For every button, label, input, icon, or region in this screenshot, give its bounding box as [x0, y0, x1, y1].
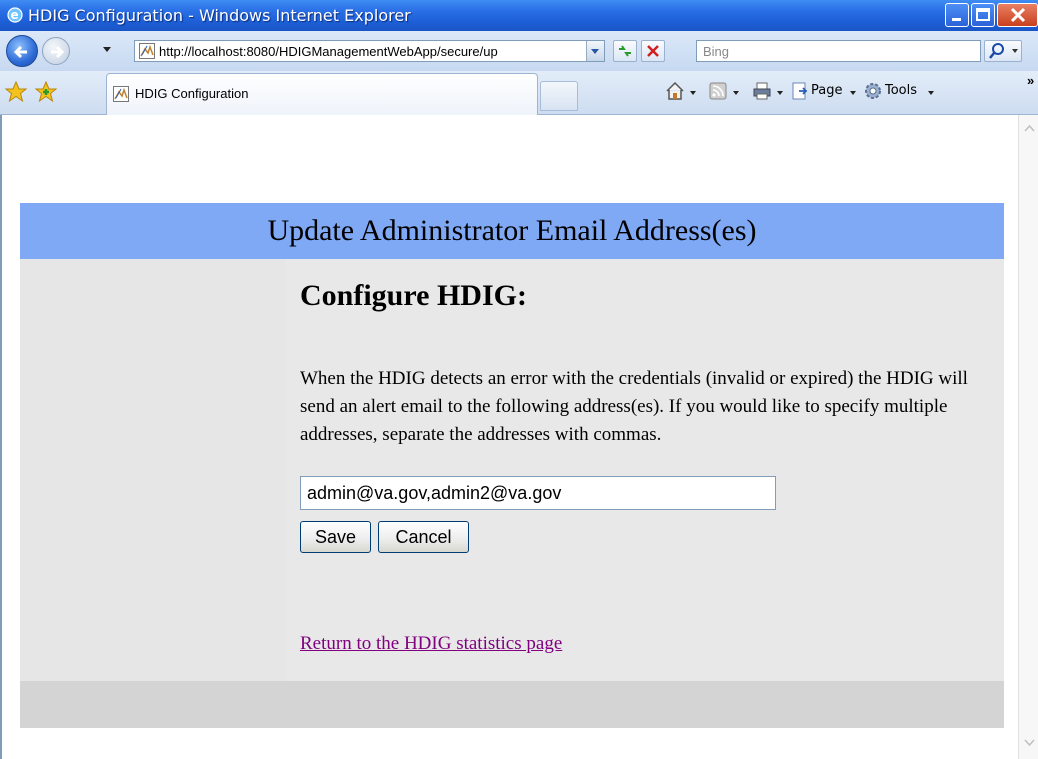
- address-bar-row: http://localhost:8080/HDIGManagementWebA…: [0, 31, 1038, 71]
- search-placeholder: Bing: [703, 44, 730, 59]
- vertical-scrollbar[interactable]: [1018, 115, 1038, 759]
- internet-explorer-icon: e: [7, 7, 23, 23]
- tools-dropdown-caret[interactable]: [928, 91, 934, 95]
- page-favicon-icon: [139, 43, 155, 59]
- print-icon[interactable]: [752, 81, 772, 101]
- refresh-button[interactable]: [613, 40, 637, 62]
- maximize-button[interactable]: [971, 3, 995, 27]
- url-dropdown-button[interactable]: [586, 41, 604, 61]
- favorites-star-icon[interactable]: [5, 81, 27, 103]
- close-window-button[interactable]: [997, 3, 1038, 27]
- left-column: [20, 259, 287, 681]
- search-input[interactable]: Bing: [696, 40, 981, 62]
- stop-icon: [647, 45, 659, 57]
- url-text: http://localhost:8080/HDIGManagementWebA…: [159, 44, 498, 59]
- home-icon[interactable]: [665, 81, 685, 101]
- window-title: HDIG Configuration - Windows Internet Ex…: [28, 6, 411, 25]
- feeds-dropdown-caret[interactable]: [733, 91, 739, 95]
- back-button[interactable]: [6, 35, 38, 67]
- page-menu-label[interactable]: Page: [811, 83, 842, 98]
- page-dropdown-caret[interactable]: [850, 91, 856, 95]
- minimize-button[interactable]: [945, 3, 969, 27]
- page-icon[interactable]: [790, 81, 810, 101]
- scroll-up-icon[interactable]: [1022, 121, 1037, 136]
- forward-arrow-icon: [51, 45, 65, 59]
- email-addresses-input[interactable]: [300, 476, 776, 510]
- browser-content: Update Administrator Email Address(es) C…: [0, 115, 1038, 759]
- more-commands-chevron-icon[interactable]: »: [1027, 73, 1034, 88]
- main-column: Configure HDIG: When the HDIG detects an…: [286, 259, 1004, 681]
- refresh-icon: [619, 45, 631, 57]
- close-icon: [1010, 7, 1026, 23]
- tools-gear-icon[interactable]: [863, 81, 883, 101]
- description-text: When the HDIG detects an error with the …: [300, 368, 968, 445]
- add-to-favorites-icon[interactable]: [35, 81, 57, 103]
- cancel-button[interactable]: Cancel: [378, 521, 469, 553]
- banner-title: Update Administrator Email Address(es): [267, 214, 757, 247]
- home-dropdown-caret[interactable]: [690, 91, 696, 95]
- back-arrow-icon: [13, 45, 27, 59]
- minimize-icon: [952, 18, 961, 21]
- new-tab-button[interactable]: [540, 81, 578, 111]
- address-field[interactable]: http://localhost:8080/HDIGManagementWebA…: [134, 40, 605, 62]
- page-banner: Update Administrator Email Address(es): [20, 203, 1004, 259]
- feeds-icon[interactable]: [708, 81, 728, 101]
- recent-pages-dropdown[interactable]: [103, 47, 111, 52]
- window-title-bar: e HDIG Configuration - Windows Internet …: [0, 0, 1038, 31]
- save-button[interactable]: Save: [300, 521, 371, 553]
- return-to-statistics-link[interactable]: Return to the HDIG statistics page: [300, 633, 562, 655]
- tab-row: HDIG Configuration Page Tools »: [0, 71, 1038, 115]
- tab-label: HDIG Configuration: [135, 86, 249, 101]
- tools-menu-label[interactable]: Tools: [885, 83, 917, 98]
- stop-button[interactable]: [641, 40, 665, 62]
- svg-text:e: e: [11, 8, 19, 22]
- tab-hdig-configuration[interactable]: HDIG Configuration: [106, 73, 538, 115]
- search-icon: [989, 43, 1018, 59]
- print-dropdown-caret[interactable]: [777, 91, 783, 95]
- page-heading: Configure HDIG:: [300, 279, 527, 312]
- scroll-down-icon[interactable]: [1022, 735, 1037, 750]
- search-button[interactable]: [984, 40, 1022, 62]
- forward-button[interactable]: [42, 37, 70, 65]
- tab-favicon-icon: [113, 86, 129, 102]
- maximize-icon: [976, 8, 990, 21]
- page-footer: [20, 681, 1004, 728]
